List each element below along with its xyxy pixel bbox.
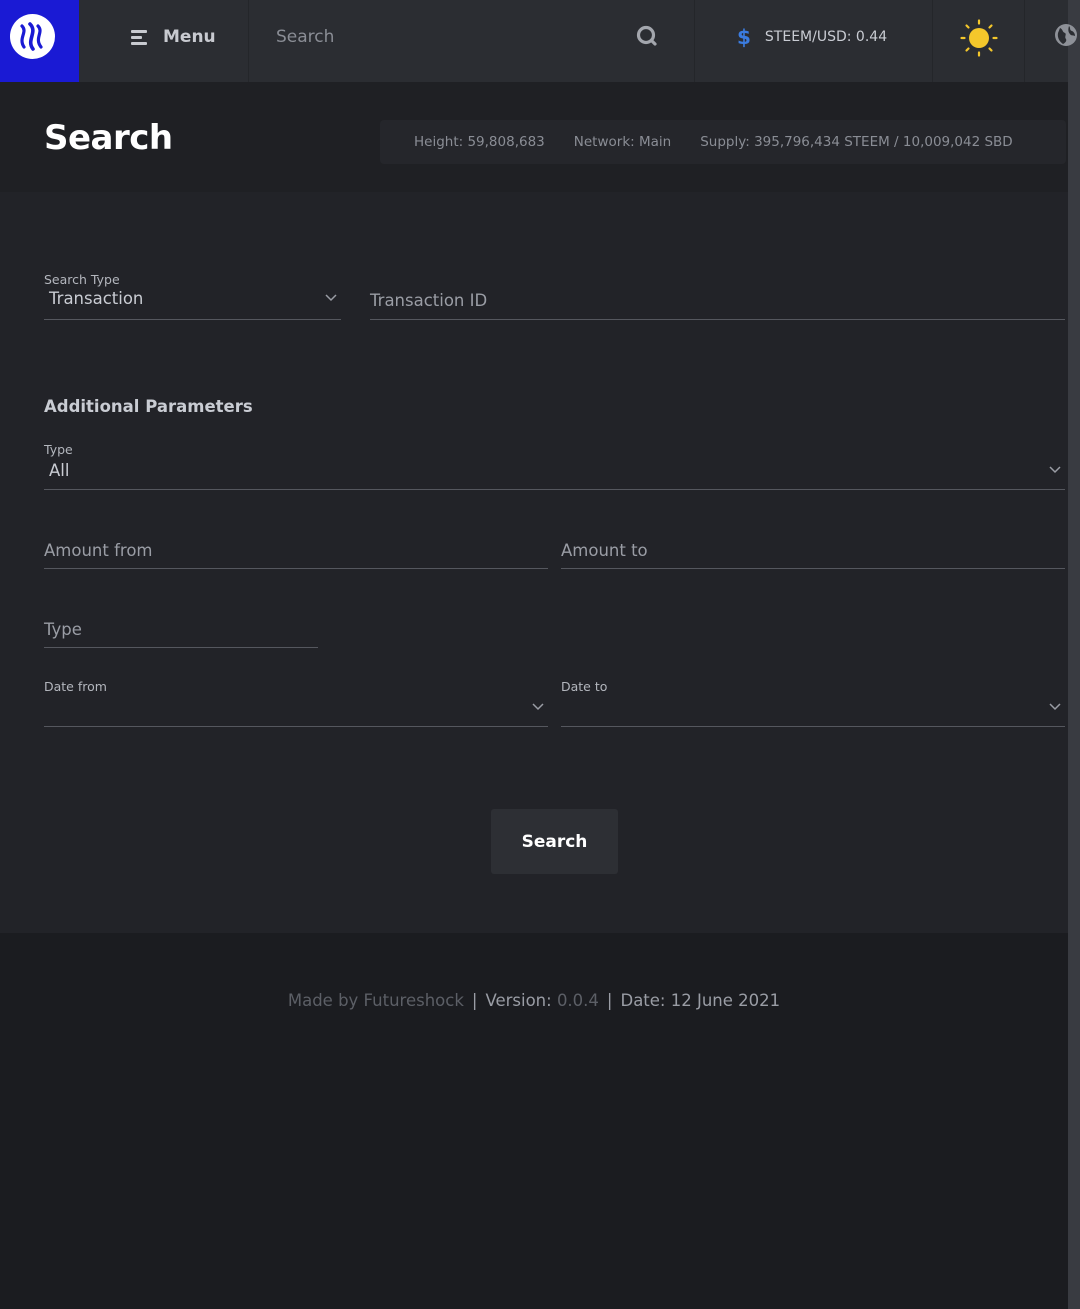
search-type-label: Search Type — [44, 272, 120, 287]
topbar-divider — [248, 0, 249, 82]
top-bar: Menu $ STEEM/USD: 0.44 — [0, 0, 1077, 82]
additional-parameters-heading: Additional Parameters — [44, 397, 253, 416]
transaction-id-field[interactable]: Transaction ID — [370, 282, 1065, 320]
footer: Made by Futureshock | Version: 0.0.4 | Date:… — [0, 991, 1068, 1010]
sun-icon[interactable] — [960, 19, 998, 57]
chain-stats: Height: 59,808,683 Network: Main Supply:… — [380, 120, 1066, 164]
chevron-down-icon — [1049, 703, 1061, 711]
date-from-field[interactable]: Date from — [44, 679, 548, 727]
logo[interactable] — [0, 0, 79, 82]
made-by-link[interactable]: Made by Futureshock — [288, 991, 464, 1010]
topbar-divider — [694, 0, 695, 82]
type-select[interactable]: Type All — [44, 442, 1065, 490]
menu-button[interactable]: Menu — [131, 22, 216, 52]
chevron-down-icon — [1049, 466, 1061, 474]
globe-icon[interactable] — [1054, 23, 1078, 47]
page-title: Search — [44, 118, 173, 158]
transaction-id-placeholder: Transaction ID — [370, 291, 488, 310]
page-scrollbar[interactable] — [1068, 0, 1080, 1309]
global-search-input[interactable] — [262, 20, 652, 54]
search-icon[interactable] — [636, 25, 658, 47]
search-form-panel: Search Type Transaction Transaction ID A… — [0, 192, 1068, 933]
type-field[interactable]: Type — [44, 611, 318, 648]
type-select-value: All — [49, 461, 70, 480]
block-height: Height: 59,808,683 — [414, 134, 545, 150]
version-label: Version: — [485, 991, 552, 1010]
amount-to-field[interactable]: Amount to — [561, 532, 1065, 569]
price-ticker: $ STEEM/USD: 0.44 — [737, 24, 887, 50]
footer-date: Date: 12 June 2021 — [620, 991, 781, 1010]
search-type-value: Transaction — [49, 289, 144, 308]
footer-separator: | — [471, 991, 478, 1010]
network: Network: Main — [573, 134, 672, 150]
type-placeholder: Type — [44, 620, 82, 639]
supply: Supply: 395,796,434 STEEM / 10,009,042 S… — [700, 134, 1013, 150]
amount-to-placeholder: Amount to — [561, 541, 648, 560]
menu-label: Menu — [163, 27, 216, 47]
date-to-field[interactable]: Date to — [561, 679, 1065, 727]
date-to-label: Date to — [561, 679, 608, 694]
chevron-down-icon — [532, 703, 544, 711]
steem-logo-mark — [20, 22, 43, 51]
chevron-down-icon — [325, 294, 337, 302]
menu-icon — [131, 30, 147, 45]
footer-separator: | — [606, 991, 613, 1010]
search-submit-button[interactable]: Search — [491, 809, 618, 874]
price-label: STEEM/USD: 0.44 — [764, 29, 888, 45]
page-header: Search Height: 59,808,683 Network: Main … — [0, 82, 1068, 192]
amount-from-placeholder: Amount from — [44, 541, 153, 560]
dollar-icon: $ — [737, 25, 751, 49]
amount-from-field[interactable]: Amount from — [44, 532, 548, 569]
topbar-divider — [1024, 0, 1025, 82]
search-type-select[interactable]: Search Type Transaction — [44, 272, 341, 320]
topbar-divider — [932, 0, 933, 82]
date-from-label: Date from — [44, 679, 107, 694]
type-select-label: Type — [44, 442, 73, 457]
version-value: 0.0.4 — [556, 991, 599, 1010]
